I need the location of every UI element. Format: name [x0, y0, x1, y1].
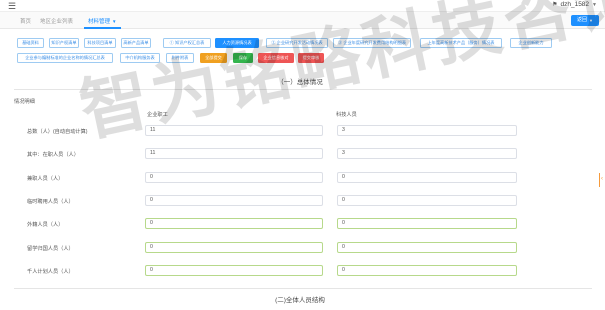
row-label-parttime: 兼职人员（人） [27, 176, 64, 182]
side-panel-handle[interactable]: ‹ [599, 173, 605, 187]
btn-innovation[interactable]: 企业创新能力 [510, 38, 552, 48]
col-head-employees: 企业职工 [147, 112, 168, 118]
chevron-left-icon: ‹ [601, 176, 603, 182]
tech-returnee-input[interactable]: 0 [337, 242, 517, 253]
tab-home[interactable]: 首页 [20, 17, 31, 25]
tech-foreign-input[interactable]: 0 [337, 218, 517, 229]
row-label-temporary: 临时聘用人员（人） [27, 199, 74, 205]
tech-active-input[interactable]: 3 [337, 148, 517, 159]
return-button[interactable]: 返回 ▼ [571, 15, 599, 26]
username[interactable]: dzh_1582 [560, 1, 589, 8]
btn-hr-table[interactable]: 人力资源情况表 [215, 38, 259, 48]
tech-total-input[interactable]: 3 [337, 125, 517, 136]
row-label-foreign: 外籍人员（人） [27, 222, 64, 228]
tech-temporary-input[interactable]: 0 [337, 195, 517, 206]
tab-materials[interactable]: 材料管理 ▼ [88, 17, 116, 25]
btn-save[interactable]: 保存 [233, 53, 253, 63]
chevron-down-icon: ▼ [112, 19, 117, 24]
row-label-active: 其中：在职人员（人） [27, 152, 79, 158]
btn-agency-service[interactable]: 中介机构服务表 [120, 53, 160, 63]
btn-project-list[interactable]: 科技项目清单 [84, 38, 116, 48]
group-label: 情况明细 [14, 99, 35, 105]
btn-ip-list[interactable]: 知识产权清单 [49, 38, 79, 48]
tech-thousand-talents-input[interactable]: 0 [337, 265, 517, 276]
row-label-thousand-talents: 千人计划人员（人） [27, 269, 74, 275]
btn-basic-info[interactable]: 基础资料 [17, 38, 44, 48]
employees-active-input[interactable]: 11 [145, 148, 323, 159]
employees-foreign-input[interactable]: 0 [145, 218, 323, 229]
user-menu[interactable]: ⚑ dzh_1582 ▼ [552, 1, 597, 8]
employees-returnee-input[interactable]: 0 [145, 242, 323, 253]
section-title-structure: (二)全体人员结构 [275, 297, 325, 304]
return-button-label: 返回 [577, 17, 588, 23]
btn-ip-summary[interactable]: ① 知识产权汇总表 [163, 38, 211, 48]
chevron-down-icon[interactable]: ▼ [592, 2, 597, 8]
btn-product-list[interactable]: 高新产品清单 [121, 38, 151, 48]
row-label-returnee: 留学归国人员（人） [27, 246, 74, 252]
tab-enterprise-list[interactable]: 地区企业列表 [40, 17, 73, 25]
top-bar: ☰ ⚑ dzh_1582 ▼ [0, 0, 605, 12]
btn-verify-info[interactable]: 企业信息核对 [258, 53, 294, 63]
tab-materials-label: 材料管理 [88, 19, 111, 25]
employees-temporary-input[interactable]: 0 [145, 195, 323, 206]
divider [14, 288, 592, 289]
divider [14, 89, 592, 90]
row-label-total: 总数（人）(自动自动计算) [27, 129, 88, 135]
btn-rd-cost[interactable]: ③ 企业年度研究开发费用结构明细表 [333, 38, 411, 48]
btn-rd-activity[interactable]: ② 企业研究开发活动情况表 [266, 38, 328, 48]
hamburger-menu-icon[interactable]: ☰ [8, 2, 16, 11]
employees-parttime-input[interactable]: 0 [145, 172, 323, 183]
active-tab-underline [84, 27, 121, 29]
bell-icon[interactable]: ⚑ [552, 1, 557, 8]
tech-parttime-input[interactable]: 0 [337, 172, 517, 183]
btn-submit-review[interactable]: 提交审核 [298, 53, 324, 63]
col-head-tech-staff: 科技人员 [336, 112, 357, 118]
employees-thousand-talents-input[interactable]: 0 [145, 265, 323, 276]
btn-hitech-products[interactable]: 上年度高新技术产品（服务）情况表 [420, 38, 502, 48]
btn-attachments[interactable]: 附件附表 [166, 53, 194, 63]
btn-submit-all[interactable]: 全部提交 [200, 53, 227, 63]
btn-standards-summary[interactable]: 企业参与编制标准的企业名称的情况汇总表 [17, 53, 113, 63]
section-title-overall: （一）总体情况 [277, 79, 323, 86]
chevron-down-icon: ▼ [589, 18, 593, 23]
employees-total-input[interactable]: 11 [145, 125, 323, 136]
